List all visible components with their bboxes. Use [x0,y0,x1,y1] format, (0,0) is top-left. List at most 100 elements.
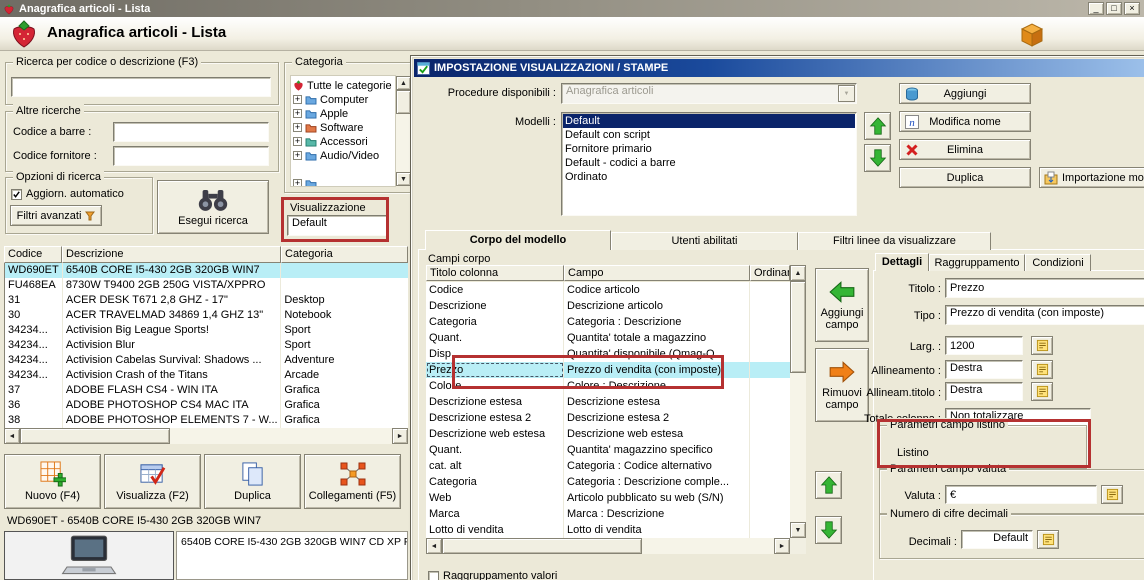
field-row[interactable]: Codice Codice articolo [426,282,790,298]
expand-icon[interactable]: + [293,95,302,104]
grid-row[interactable]: 34234... Activision Big League Sports! S… [5,323,408,338]
list-item[interactable]: Ordinato [563,170,855,184]
column-header-ordinamento[interactable]: Ordiname... [750,265,790,281]
scroll-down-icon[interactable]: ▼ [396,172,411,186]
decimali-picker-button[interactable] [1037,530,1059,549]
tree-item-partial[interactable]: + [293,177,317,186]
larghezza-field[interactable] [945,336,1023,355]
tree-item-software[interactable]: + Software [293,121,363,134]
scroll-thumb[interactable] [396,90,411,114]
field-row[interactable]: Colore Colore : Descrizione [426,378,790,394]
field-row[interactable]: Lotto di vendita Lotto di vendita [426,522,790,538]
grid-row[interactable]: 34234... Activision Crash of the Titans … [5,368,408,383]
valuta-picker-button[interactable] [1101,485,1123,504]
duplica-modello-button[interactable]: Duplica [899,167,1031,188]
grid-row[interactable]: 30 ACER TRAVELMAD 34869 1,4 GHZ 13" Note… [5,308,408,323]
valuta-field[interactable] [945,485,1097,504]
nuovo-button[interactable]: Nuovo (F4) [4,454,101,509]
tab-corpo-del-modello[interactable]: Corpo del modello [425,230,611,250]
elimina-button[interactable]: Elimina [899,139,1031,160]
rimuovi-campo-button[interactable]: Rimuovi campo [815,348,869,422]
expand-icon[interactable]: + [293,109,302,118]
titolo-field[interactable] [945,278,1144,298]
visualizzazione-select[interactable]: Default [287,215,388,236]
aggiungi-button[interactable]: Aggiungi [899,83,1031,104]
scroll-right-icon[interactable]: ► [392,428,408,444]
field-move-up-button[interactable] [815,471,842,499]
list-item[interactable]: Fornitore primario [563,142,855,156]
search-input[interactable] [11,77,271,97]
tab-filtri-linee[interactable]: Filtri linee da visualizzare [798,232,991,250]
field-move-down-button[interactable] [815,516,842,544]
decimali-field[interactable]: Default [961,530,1033,549]
modifica-nome-button[interactable]: n Modifica nome [899,111,1031,132]
barcode-input[interactable] [113,122,269,142]
visualizza-button[interactable]: Visualizza (F2) [104,454,201,509]
field-row[interactable]: Descrizione estesa Descrizione estesa [426,394,790,410]
field-row[interactable]: Descrizione Descrizione articolo [426,298,790,314]
raggruppamento-valori-checkbox[interactable]: Raggruppamento valori [428,569,557,580]
grid-row[interactable]: 31 ACER DESK T671 2,8 GHZ - 17" Desktop [5,293,408,308]
allineam-titolo-field[interactable]: Destra [945,382,1023,401]
column-header-campo[interactable]: Campo [564,265,750,281]
field-row[interactable]: cat. alt Categoria : Codice alternativo [426,458,790,474]
grid-row[interactable]: WD690ET 6540B CORE I5-430 2GB 320GB WIN7 [5,263,408,278]
column-header-titolo-colonna[interactable]: Titolo colonna [426,265,564,281]
grid-row[interactable]: 34234... Activision Cabelas Survival: Sh… [5,353,408,368]
duplica-button[interactable]: Duplica [204,454,301,509]
aggiungi-campo-button[interactable]: Aggiungi campo [815,268,869,342]
filtri-avanzati-button[interactable]: Filtri avanzati [10,205,102,226]
tree-item-audio-video[interactable]: + Audio/Video [293,149,379,162]
field-row[interactable]: Quant. Quantita' totale a magazzino [426,330,790,346]
field-row[interactable]: Categoria Categoria : Descrizione [426,314,790,330]
scroll-up-icon[interactable]: ▲ [396,76,411,90]
tab-dettagli[interactable]: Dettagli [875,253,929,271]
column-header-categoria[interactable]: Categoria [281,246,408,263]
tree-item-apple[interactable]: + Apple [293,107,348,120]
tree-item-computer[interactable]: + Computer [293,93,368,106]
procedure-select[interactable]: Anagrafica articoli ▼ [561,83,857,104]
importazione-button[interactable]: Importazione mo [1039,167,1144,188]
list-item[interactable]: Default con script [563,128,855,142]
close-icon[interactable]: × [1124,2,1140,15]
grid-row[interactable]: 34234... Activision Blur Sport [5,338,408,353]
tab-condizioni[interactable]: Condizioni [1025,254,1091,271]
scroll-thumb[interactable] [442,538,642,554]
list-item-default[interactable]: Default [563,114,855,128]
scroll-right-icon[interactable]: ► [774,538,790,554]
tree-item-accessori[interactable]: + Accessori [293,135,368,148]
scroll-up-icon[interactable]: ▲ [790,265,806,281]
list-item[interactable]: Default - codici a barre [563,156,855,170]
grid-row[interactable]: 38 ADOBE PHOTOSHOP ELEMENTS 7 - W... Gra… [5,413,408,428]
field-row[interactable]: Quant. Quantita' magazzino specifico [426,442,790,458]
scroll-left-icon[interactable]: ◄ [426,538,442,554]
tab-utenti-abilitati[interactable]: Utenti abilitati [611,232,798,250]
tipo-field[interactable]: Prezzo di vendita (con imposte) [945,305,1144,325]
tree-item-all-categories[interactable]: Tutte le categorie [293,79,392,92]
scroll-thumb[interactable] [790,281,806,373]
esegui-ricerca-button[interactable]: Esegui ricerca [157,180,269,234]
grid-row[interactable]: 37 ADOBE FLASH CS4 - WIN ITA Grafica [5,383,408,398]
expand-icon[interactable]: + [293,137,302,146]
model-move-up-button[interactable] [864,112,891,140]
scroll-thumb[interactable] [20,428,170,444]
maximize-icon[interactable]: □ [1106,2,1122,15]
expand-icon[interactable]: + [293,151,302,160]
supplier-code-input[interactable] [113,146,269,166]
allineam-titolo-picker-button[interactable] [1031,382,1053,401]
field-row[interactable]: Web Articolo pubblicato su web (S/N) [426,490,790,506]
allineamento-picker-button[interactable] [1031,360,1053,379]
auto-update-checkbox[interactable]: Aggiorn. automatico [11,188,124,200]
scroll-left-icon[interactable]: ◄ [4,428,20,444]
tab-raggruppamento[interactable]: Raggruppamento [929,254,1025,271]
field-row[interactable]: Descrizione web estesa Descrizione web e… [426,426,790,442]
minimize-icon[interactable]: _ [1088,2,1104,15]
field-row[interactable]: Descrizione estesa 2 Descrizione estesa … [426,410,790,426]
field-row[interactable]: Categoria Categoria : Descrizione comple… [426,474,790,490]
field-row-selected-prezzo[interactable]: Prezzo Prezzo di vendita (con imposte) [426,362,790,378]
scroll-down-icon[interactable]: ▼ [790,522,806,538]
field-row[interactable]: Disp. Quantita' disponibile (Qmag-Q... [426,346,790,362]
grid-row[interactable]: 36 ADOBE PHOTOSHOP CS4 MAC ITA Grafica [5,398,408,413]
expand-icon[interactable]: + [293,179,302,186]
allineamento-field[interactable]: Destra [945,360,1023,379]
